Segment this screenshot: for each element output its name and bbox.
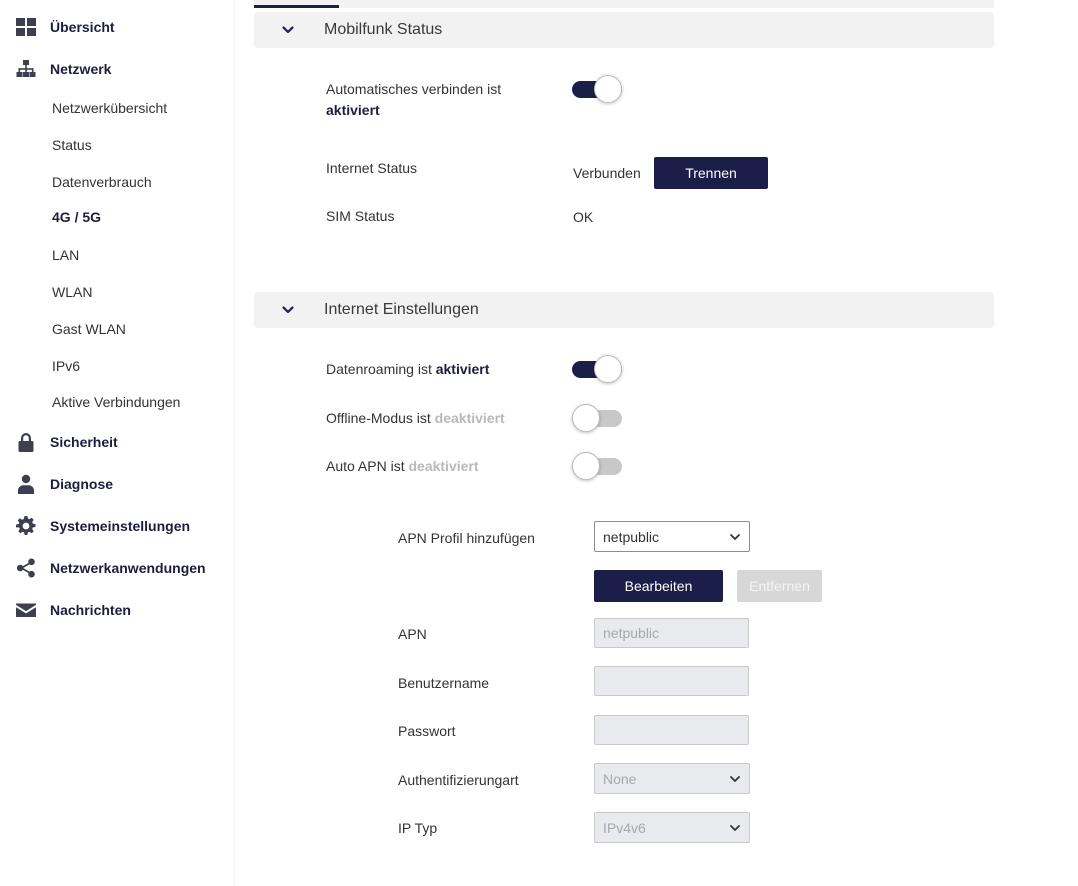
envelope-icon xyxy=(16,600,36,620)
ip-type-label: IP Typ xyxy=(398,820,438,836)
apn-profile-label: APN Profil hinzufügen xyxy=(398,530,535,546)
auto-connect-label-text: Automatisches verbinden ist xyxy=(326,81,502,97)
technician-icon xyxy=(16,474,36,494)
auto-connect-toggle[interactable] xyxy=(572,75,624,103)
section-title: Mobilfunk Status xyxy=(324,21,443,38)
tab-bar xyxy=(254,0,994,8)
sidebar-sub-netzwerkuebersicht[interactable]: Netzwerkübersicht xyxy=(52,99,167,117)
username-label: Benutzername xyxy=(398,675,490,691)
data-roaming-state: aktiviert xyxy=(435,361,490,377)
chevron-down-icon xyxy=(729,773,741,785)
apn-profile-select[interactable]: netpublic xyxy=(594,521,750,552)
sidebar-item-netzwerk[interactable]: Netzwerk xyxy=(16,57,111,81)
auth-type-label: Authentifizierungart xyxy=(398,772,519,788)
chevron-down-icon xyxy=(281,303,295,317)
username-field[interactable] xyxy=(594,666,749,696)
data-roaming-toggle[interactable] xyxy=(572,355,624,383)
network-tree-icon xyxy=(16,59,36,79)
disconnect-button[interactable]: Trennen xyxy=(654,157,768,189)
sidebar-item-nachrichten[interactable]: Nachrichten xyxy=(16,598,131,622)
offline-mode-state: deaktiviert xyxy=(434,410,505,426)
auto-apn-label: Auto APN ist deaktiviert xyxy=(326,456,479,477)
apn-label: APN xyxy=(398,626,427,642)
offline-mode-label: Offline-Modus ist deaktiviert xyxy=(326,408,505,429)
section-title: Internet Einstellungen xyxy=(324,301,479,318)
section-header-internet-einstellungen[interactable]: Internet Einstellungen xyxy=(254,292,994,328)
password-label: Passwort xyxy=(398,723,456,739)
section-header-mobilfunk-status[interactable]: Mobilfunk Status xyxy=(254,12,994,48)
sidebar-item-label: Nachrichten xyxy=(50,602,131,618)
edit-button[interactable]: Bearbeiten xyxy=(594,570,723,602)
lock-icon xyxy=(16,432,36,452)
auth-type-select[interactable]: None xyxy=(594,763,750,794)
remove-button[interactable]: Entfernen xyxy=(737,570,822,602)
sidebar-sub-aktive-verbindungen[interactable]: Aktive Verbindungen xyxy=(52,393,180,411)
data-roaming-label: Datenroaming ist aktiviert xyxy=(326,359,489,380)
auto-connect-state: aktiviert xyxy=(326,102,380,118)
offline-mode-label-text: Offline-Modus ist xyxy=(326,410,431,426)
chevron-down-icon xyxy=(729,531,741,543)
auto-apn-toggle[interactable] xyxy=(572,452,624,480)
sidebar-item-sicherheit[interactable]: Sicherheit xyxy=(16,430,118,454)
sidebar-item-label: Netzwerk xyxy=(50,61,112,77)
sidebar-item-uebersicht[interactable]: Übersicht xyxy=(16,15,115,39)
sidebar-item-systemeinstellungen[interactable]: Systemeinstellungen xyxy=(16,514,190,538)
chevron-down-icon xyxy=(729,822,741,834)
internet-status-label: Internet Status xyxy=(326,160,418,176)
sidebar-item-label: Netzwerkanwendungen xyxy=(50,560,206,576)
sidebar-item-label: Diagnose xyxy=(50,476,114,492)
gear-icon xyxy=(16,516,36,536)
ip-type-selected: IPv4v6 xyxy=(603,819,646,836)
active-tab-indicator xyxy=(254,5,339,8)
sidebar-item-label: Sicherheit xyxy=(50,434,118,450)
ip-type-select[interactable]: IPv4v6 xyxy=(594,812,750,843)
sidebar-sub-4g-5g[interactable]: 4G / 5G xyxy=(52,208,101,226)
auto-apn-state: deaktiviert xyxy=(408,458,479,474)
sidebar-item-netzwerkanwendungen[interactable]: Netzwerkanwendungen xyxy=(16,556,206,580)
apn-profile-selected: netpublic xyxy=(603,528,660,545)
apn-field[interactable] xyxy=(594,618,749,648)
sim-status-value: OK xyxy=(573,209,594,225)
sidebar-sub-ipv6[interactable]: IPv6 xyxy=(52,357,80,375)
sidebar-sub-datenverbrauch[interactable]: Datenverbrauch xyxy=(52,173,152,191)
sidebar-sub-status[interactable]: Status xyxy=(52,136,92,154)
sidebar-sub-wlan[interactable]: WLAN xyxy=(52,283,92,301)
auth-type-selected: None xyxy=(603,770,637,787)
share-icon xyxy=(16,558,36,578)
password-field[interactable] xyxy=(594,715,749,745)
sidebar-sub-gast-wlan[interactable]: Gast WLAN xyxy=(52,320,126,338)
offline-mode-toggle[interactable] xyxy=(572,404,624,432)
auto-connect-label: Automatisches verbinden ist aktiviert xyxy=(326,79,526,121)
sim-status-label: SIM Status xyxy=(326,208,395,224)
data-roaming-label-text: Datenroaming ist xyxy=(326,361,432,377)
sidebar: Übersicht Netzwerk Netzwerkübersicht Sta… xyxy=(0,0,235,886)
sidebar-item-label: Übersicht xyxy=(50,19,115,35)
sidebar-item-label: Systemeinstellungen xyxy=(50,518,191,534)
sidebar-sub-lan[interactable]: LAN xyxy=(52,246,79,264)
auto-apn-label-text: Auto APN ist xyxy=(326,458,405,474)
dashboard-grid-icon xyxy=(16,17,36,37)
internet-status-value: Verbunden xyxy=(573,165,641,181)
sidebar-item-diagnose[interactable]: Diagnose xyxy=(16,472,113,496)
chevron-down-icon xyxy=(281,23,295,37)
